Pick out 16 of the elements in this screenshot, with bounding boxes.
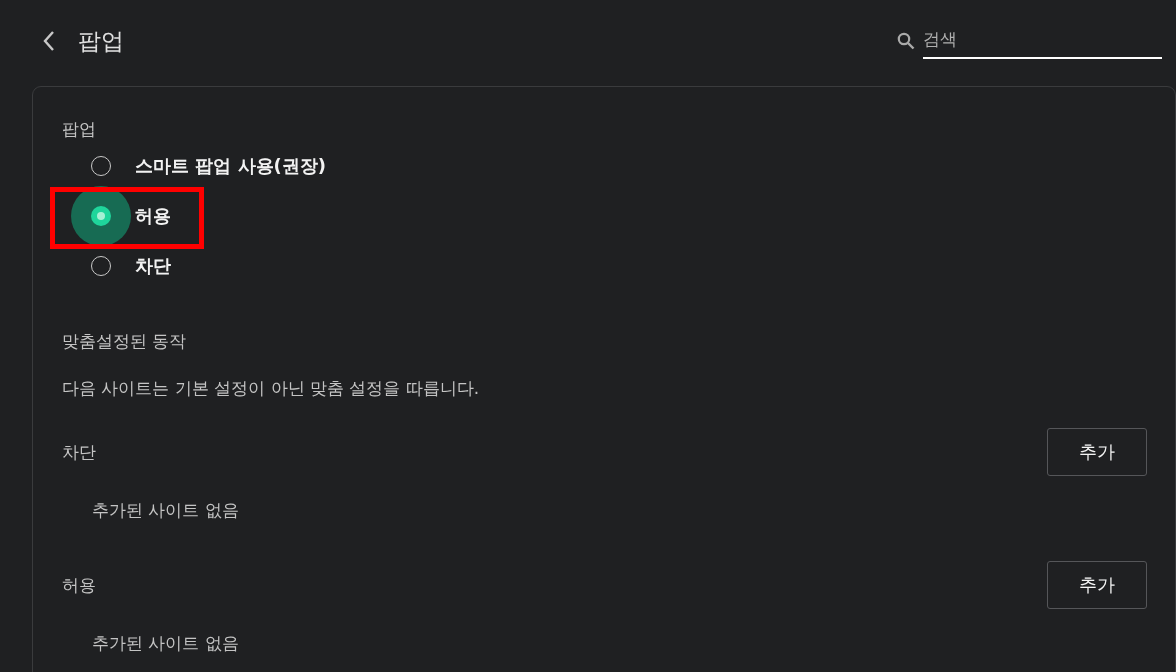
section-title: 맞춤설정된 동작 — [62, 330, 188, 353]
option-label: 차단 — [135, 254, 171, 278]
add-button[interactable]: 추가 — [1047, 561, 1147, 609]
option-label: 허용 — [135, 204, 171, 228]
add-button[interactable]: 추가 — [1047, 428, 1147, 476]
back-icon[interactable] — [42, 30, 56, 52]
search-field[interactable]: 검색 — [923, 23, 1162, 59]
list-label: 허용 — [62, 574, 96, 597]
list-label: 차단 — [62, 441, 96, 464]
search-icon — [897, 32, 915, 50]
section-label: 팝업 — [62, 118, 97, 141]
option-label: 스마트 팝업 사용(권장) — [135, 154, 326, 178]
page-title: 팝업 — [78, 26, 124, 56]
section-description: 다음 사이트는 기본 설정이 아닌 맞춤 설정을 따릅니다. — [62, 377, 481, 400]
empty-message: 추가된 사이트 없음 — [91, 499, 240, 522]
empty-message: 추가된 사이트 없음 — [91, 632, 240, 655]
